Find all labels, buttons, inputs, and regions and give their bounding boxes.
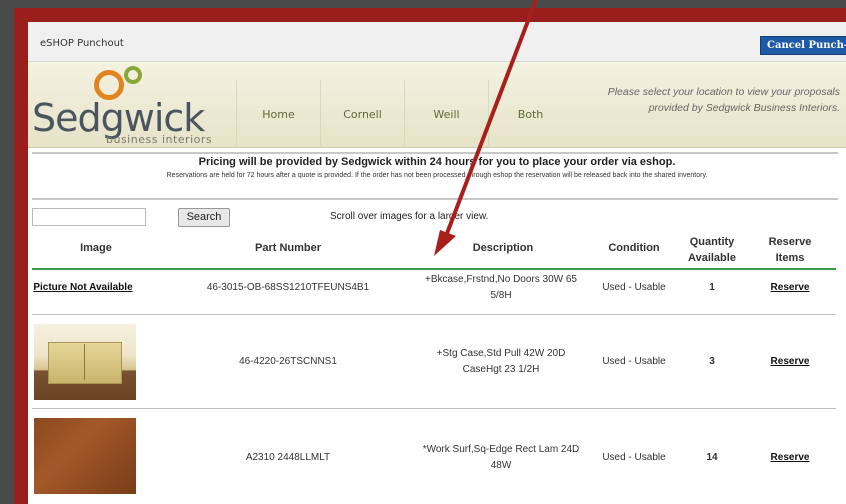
col-header-reserve: Reserve Items xyxy=(768,236,812,264)
description: +Stg Case,Std Pull 42W 20D CaseHgt 23 1/… xyxy=(436,348,566,375)
pricing-notice: Pricing will be provided by Sedgwick wit… xyxy=(28,156,846,179)
search-input[interactable] xyxy=(32,208,146,226)
notice-main: Pricing will be provided by Sedgwick wit… xyxy=(198,156,676,168)
quantity: 3 xyxy=(709,356,715,367)
main-nav: Home Cornell Weill Both xyxy=(236,80,572,148)
search-button[interactable]: Search xyxy=(178,208,230,227)
description: +Bkcase,Frstnd,No Doors 30W 65 5/8H xyxy=(424,274,577,301)
top-bar: eSHOP Punchout Cancel Punch-out xyxy=(28,22,846,62)
col-header-quantity: Quantity Available xyxy=(688,236,736,264)
notice-sub: Reservations are held for 72 hours after… xyxy=(166,172,708,179)
reserve-link[interactable]: Reserve xyxy=(758,354,822,370)
cancel-punchout-button[interactable]: Cancel Punch-out xyxy=(760,36,846,55)
logo-subtitle: business interiors xyxy=(106,133,213,146)
scroll-hint: Scroll over images for a larger view. xyxy=(330,211,489,222)
app-title: eSHOP Punchout xyxy=(40,38,124,49)
logo-circles-icon xyxy=(94,66,154,100)
condition: Used - Usable xyxy=(602,282,666,293)
nav-home[interactable]: Home xyxy=(236,80,320,148)
site-header: Sedgwick business interiors Home Cornell… xyxy=(28,62,846,148)
description: *Work Surf,Sq-Edge Rect Lam 24D 48W xyxy=(422,444,580,471)
part-number: A2310 2448LLMLT xyxy=(245,452,331,463)
eshop-page: eSHOP Punchout Cancel Punch-out Sedgwick… xyxy=(28,22,846,504)
quantity: 1 xyxy=(709,282,715,293)
nav-weill[interactable]: Weill xyxy=(404,80,488,148)
quantity: 14 xyxy=(706,452,718,463)
condition: Used - Usable xyxy=(602,356,666,367)
col-header-part-number: Part Number xyxy=(254,242,322,254)
work-surface-image[interactable] xyxy=(34,418,136,494)
location-message: Please select your location to view your… xyxy=(607,86,840,114)
reserve-link[interactable]: Reserve xyxy=(758,280,822,296)
part-number: 46-4220-26TSCNNS1 xyxy=(239,356,337,367)
col-header-condition: Condition xyxy=(608,242,660,254)
picture-not-available-link[interactable]: Picture Not Available xyxy=(32,280,134,296)
nav-cornell[interactable]: Cornell xyxy=(320,80,404,148)
table-header-rule xyxy=(32,268,836,270)
col-header-image: Image xyxy=(80,242,112,254)
part-number: 46-3015-OB-68SS1210TFEUNS4B1 xyxy=(206,282,370,293)
nav-both[interactable]: Both xyxy=(488,80,572,148)
storage-case-image[interactable] xyxy=(34,324,136,400)
divider xyxy=(32,152,838,154)
row-divider xyxy=(32,408,836,409)
condition: Used - Usable xyxy=(602,452,666,463)
divider xyxy=(32,198,838,200)
col-header-description: Description xyxy=(472,242,534,254)
row-divider xyxy=(32,314,836,315)
reserve-link[interactable]: Reserve xyxy=(758,450,822,466)
